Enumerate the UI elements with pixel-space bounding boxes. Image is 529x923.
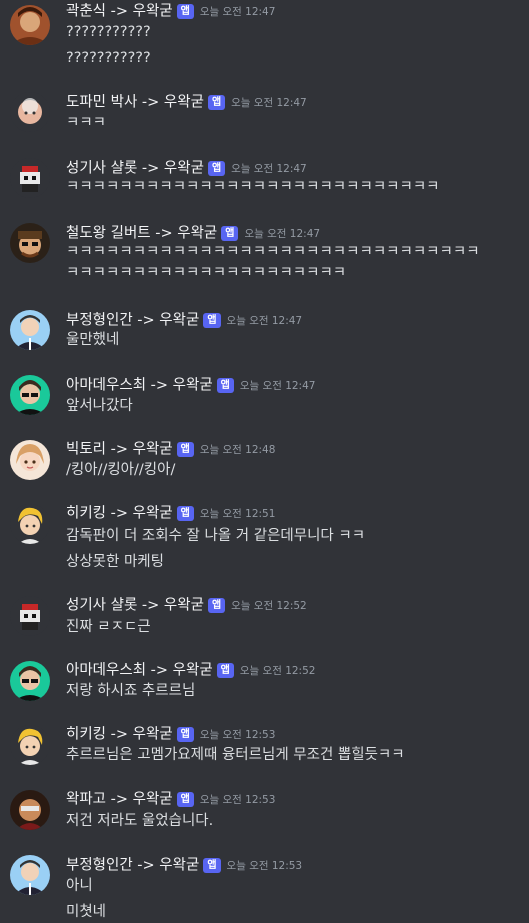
message-timestamp: 오늘 오전 12:47 bbox=[244, 227, 321, 240]
user-avatar[interactable] bbox=[10, 375, 50, 415]
message-text: 추르르님은 고멤가요제때 융터르님게 무조건 뽑힐듯ㅋㅋ bbox=[66, 747, 405, 763]
user-avatar[interactable] bbox=[10, 158, 50, 198]
app-badge: 앱 bbox=[176, 442, 194, 457]
message-text: 저건 저라도 울었습니다. bbox=[66, 813, 214, 829]
user-avatar[interactable] bbox=[10, 504, 50, 544]
user-avatar[interactable] bbox=[10, 5, 50, 45]
app-badge: 앱 bbox=[216, 663, 234, 678]
app-badge: 앱 bbox=[203, 313, 221, 328]
app-badge: 앱 bbox=[221, 226, 239, 241]
app-badge: 앱 bbox=[216, 378, 234, 393]
message-text: 아니 bbox=[66, 878, 93, 894]
message-text: 앞서나갔다 bbox=[66, 398, 133, 414]
app-badge: 앱 bbox=[176, 727, 194, 742]
message-text: 울만했네 bbox=[66, 332, 120, 348]
message-text: ??????????? bbox=[66, 50, 151, 66]
message-text: 상상못한 마케팅 bbox=[66, 554, 164, 570]
message-author[interactable]: 성기사 샬롯 -> 우왁굳 bbox=[66, 598, 204, 614]
message-timestamp: 오늘 오전 12:52 bbox=[239, 664, 316, 677]
message-author[interactable]: 빅토리 -> 우왁굳 bbox=[66, 442, 173, 458]
user-avatar[interactable] bbox=[10, 661, 50, 701]
user-avatar[interactable] bbox=[10, 855, 50, 895]
message-author[interactable]: 왁파고 -> 우왁굳 bbox=[66, 792, 173, 808]
app-badge: 앱 bbox=[207, 598, 226, 613]
user-avatar[interactable] bbox=[10, 596, 50, 636]
user-avatar[interactable] bbox=[10, 223, 50, 263]
message-timestamp: 오늘 오전 12:52 bbox=[231, 599, 307, 612]
message-text: 미쳣네 bbox=[66, 904, 107, 920]
user-avatar[interactable] bbox=[10, 790, 50, 830]
user-avatar[interactable] bbox=[10, 92, 50, 132]
message-timestamp: 오늘 오전 12:53 bbox=[226, 859, 303, 872]
message-text: 진짜 ㄹㅈㄷ근 bbox=[66, 619, 151, 635]
message-timestamp: 오늘 오전 12:53 bbox=[199, 793, 276, 806]
message-author[interactable]: 히키킹 -> 우왁굳 bbox=[66, 727, 173, 743]
user-avatar[interactable] bbox=[10, 440, 50, 480]
message-author[interactable]: 아마데우스최 -> 우왁굳 bbox=[66, 378, 213, 394]
app-badge: 앱 bbox=[176, 4, 194, 19]
message-author[interactable]: 히키킹 -> 우왁굳 bbox=[66, 506, 173, 522]
message-text: 감독판이 더 조회수 잘 나올 거 같은데무니다 ㅋㅋ bbox=[66, 528, 366, 544]
message-timestamp: 오늘 오전 12:47 bbox=[239, 379, 316, 392]
user-avatar[interactable] bbox=[10, 725, 50, 765]
message-timestamp: 오늘 오전 12:47 bbox=[231, 96, 307, 109]
message-text: ??????????? bbox=[66, 24, 151, 40]
app-badge: 앱 bbox=[176, 792, 194, 807]
user-avatar[interactable] bbox=[10, 310, 50, 350]
app-badge: 앱 bbox=[207, 95, 226, 110]
message-author[interactable]: 성기사 샬롯 -> 우왁굳 bbox=[66, 161, 204, 177]
message-author[interactable]: 도파민 박사 -> 우왁굳 bbox=[66, 95, 204, 111]
message-timestamp: 오늘 오전 12:53 bbox=[199, 728, 276, 741]
message-text: ㅋㅋㅋㅋㅋㅋㅋㅋㅋㅋㅋㅋㅋㅋㅋㅋㅋㅋㅋㅋㅋㅋㅋㅋㅋㅋㅋㅋ bbox=[66, 179, 440, 195]
message-author[interactable]: 부정형인간 -> 우왁굳 bbox=[66, 313, 199, 329]
message-author[interactable]: 곽춘식 -> 우왁굳 bbox=[66, 4, 173, 20]
message-author[interactable]: 철도왕 길버트 -> 우왁굳 bbox=[66, 226, 217, 242]
message-timestamp: 오늘 오전 12:51 bbox=[199, 507, 276, 520]
message-timestamp: 오늘 오전 12:47 bbox=[226, 314, 303, 327]
message-text: ㅋㅋㅋㅋㅋㅋㅋㅋㅋㅋㅋㅋㅋㅋㅋㅋㅋㅋㅋㅋㅋ bbox=[66, 265, 347, 281]
app-badge: 앱 bbox=[203, 858, 221, 873]
message-text: ㅋㅋㅋㅋㅋㅋㅋㅋㅋㅋㅋㅋㅋㅋㅋㅋㅋㅋㅋㅋㅋㅋㅋㅋㅋㅋㅋㅋㅋㅋㅋ bbox=[66, 244, 480, 260]
app-badge: 앱 bbox=[207, 161, 226, 176]
message-text: /킹아//킹아//킹아/ bbox=[66, 462, 176, 478]
message-author[interactable]: 아마데우스최 -> 우왁굳 bbox=[66, 663, 213, 679]
message-timestamp: 오늘 오전 12:47 bbox=[199, 5, 276, 18]
message-timestamp: 오늘 오전 12:47 bbox=[231, 162, 307, 175]
message-text: ㅋㅋㅋ bbox=[66, 115, 107, 131]
message-text: 저랑 하시죠 추르르님 bbox=[66, 683, 196, 699]
message-timestamp: 오늘 오전 12:48 bbox=[199, 443, 276, 456]
app-badge: 앱 bbox=[176, 506, 194, 521]
message-author[interactable]: 부정형인간 -> 우왁굳 bbox=[66, 858, 199, 874]
